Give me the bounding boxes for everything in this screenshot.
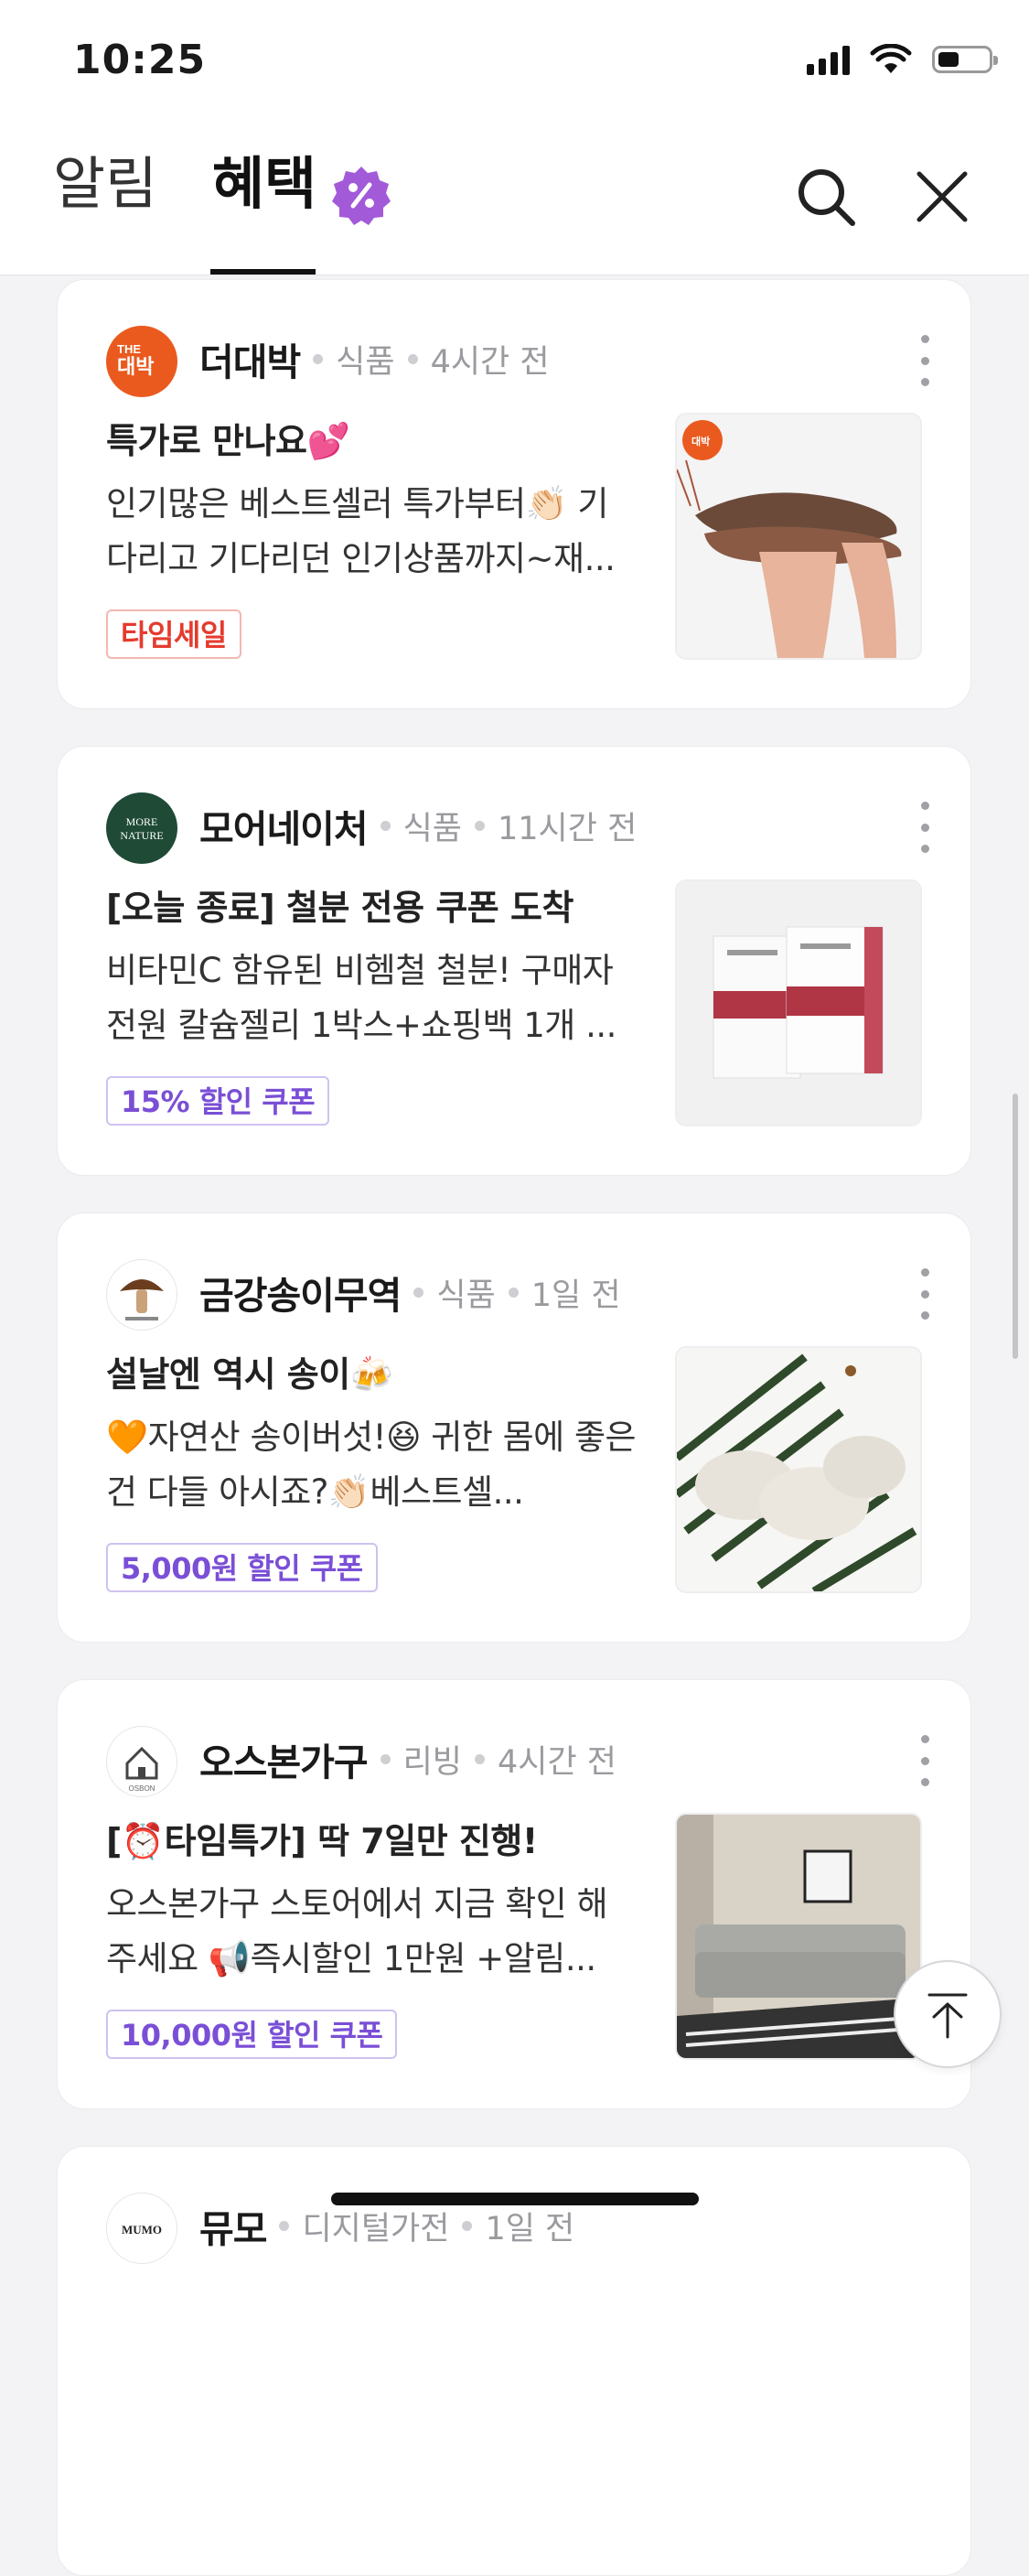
svg-text:대박: 대박 bbox=[117, 356, 154, 379]
status-icons bbox=[807, 44, 998, 75]
discount-badge-icon bbox=[332, 167, 391, 225]
coupon-tag: 5,000원 할인 쿠폰 bbox=[106, 1543, 378, 1592]
card-description: 비타민C 함유된 비헴철 철분! 구매자 전원 칼슘젤리 1박스+쇼핑백 1개 … bbox=[106, 951, 616, 1045]
tab-benefit[interactable]: 혜택 bbox=[212, 156, 316, 212]
card-description: 인기많은 베스트셀러 특가부터👏🏻 기다리고 기다리던 인기상품까지~재... bbox=[106, 484, 616, 578]
card-title: [⏰타임특가] 딱 7일만 진행! bbox=[106, 1821, 538, 1861]
store-category: 디지털가전 bbox=[302, 2210, 450, 2247]
post-time: 4시간 전 bbox=[498, 1743, 617, 1781]
store-logo: MORE NATURE bbox=[106, 792, 177, 864]
post-time: 11시간 전 bbox=[498, 810, 638, 847]
header: 알림 혜택 bbox=[0, 128, 1029, 275]
supplement-box-image[interactable] bbox=[675, 879, 922, 1126]
arrow-up-icon bbox=[927, 1993, 968, 2039]
status-bar: 10:25 bbox=[0, 0, 1029, 128]
more-options-icon[interactable] bbox=[916, 1268, 934, 1320]
coupon-tag: 15% 할인 쿠폰 bbox=[106, 1076, 330, 1126]
store-name[interactable]: 뮤모 bbox=[199, 2198, 267, 2253]
store-category: 식품 bbox=[336, 343, 395, 381]
svg-text:MORE: MORE bbox=[126, 815, 158, 828]
status-time: 10:25 bbox=[73, 37, 207, 83]
post-time: 1일 전 bbox=[485, 2210, 575, 2247]
post-time: 4시간 전 bbox=[430, 343, 550, 381]
benefit-card[interactable]: 금강송이무역 식품 1일 전 설날엔 역시 송이🍻 🧡자연산 송이버섯!😆 귀한… bbox=[57, 1213, 971, 1643]
battery-icon bbox=[932, 46, 998, 73]
scrollbar-thumb[interactable] bbox=[1013, 1094, 1018, 1359]
cellular-signal-icon bbox=[807, 44, 850, 75]
home-indicator[interactable] bbox=[331, 2193, 699, 2205]
card-title: [오늘 종료] 철분 전용 쿠폰 도착 bbox=[106, 888, 573, 928]
coupon-tag: 10,000원 할인 쿠폰 bbox=[106, 2010, 398, 2059]
scroll-to-top-button[interactable] bbox=[894, 1960, 1002, 2068]
svg-text:OSBON: OSBON bbox=[129, 1784, 155, 1793]
more-options-icon[interactable] bbox=[916, 1735, 934, 1786]
store-category: 리빙 bbox=[402, 1743, 463, 1781]
svg-text:THE: THE bbox=[117, 342, 141, 356]
active-tab-indicator bbox=[210, 269, 316, 275]
store-logo: THE 대박 bbox=[106, 326, 177, 397]
benefit-card[interactable]: MORE NATURE 모어네이처 식품 11시간 전 [오늘 종료] 철분 전… bbox=[57, 746, 971, 1176]
more-options-icon[interactable] bbox=[916, 802, 934, 853]
store-name[interactable]: 더대박 bbox=[199, 331, 301, 386]
more-options-icon[interactable] bbox=[916, 335, 934, 386]
store-category: 식품 bbox=[402, 810, 463, 847]
benefit-card[interactable]: THE 대박 더대박 식품 4시간 전 특가로 만나요💕 인기많은 베스트셀러 … bbox=[57, 279, 971, 709]
search-icon[interactable] bbox=[794, 165, 858, 229]
post-time: 1일 전 bbox=[531, 1277, 621, 1314]
store-logo: OSBON bbox=[106, 1726, 177, 1797]
store-logo bbox=[106, 1259, 177, 1331]
svg-text:대박: 대박 bbox=[691, 435, 710, 447]
close-icon[interactable] bbox=[910, 165, 974, 229]
card-description: 오스본가구 스토어에서 지금 확인 해주세요 📢즉시할인 1만원 +알림... bbox=[106, 1884, 608, 1978]
store-name[interactable]: 금강송이무역 bbox=[199, 1265, 402, 1320]
store-logo: MUMO bbox=[106, 2193, 177, 2264]
svg-text:NATURE: NATURE bbox=[120, 829, 163, 842]
store-name[interactable]: 모어네이처 bbox=[199, 798, 369, 853]
card-description: 🧡자연산 송이버섯!😆 귀한 몸에 좋은 건 다들 아시죠?👏🏻베스트셀... bbox=[106, 1417, 637, 1512]
store-category: 식품 bbox=[436, 1277, 496, 1314]
benefit-card[interactable]: OSBON 오스본가구 리빙 4시간 전 [⏰타임특가] 딱 7일만 진행! 오… bbox=[57, 1679, 971, 2109]
store-name[interactable]: 오스본가구 bbox=[199, 1731, 369, 1786]
svg-text:MUMO: MUMO bbox=[122, 2223, 162, 2236]
time-sale-tag: 타임세일 bbox=[106, 609, 241, 659]
sofa-image[interactable] bbox=[675, 1813, 922, 2060]
tab-alarm[interactable]: 알림 bbox=[53, 156, 157, 212]
card-title: 특가로 만나요💕 bbox=[106, 421, 350, 461]
benefit-card[interactable]: MUMO 뮤모 디지털가전 1일 전 bbox=[57, 2146, 971, 2576]
mushroom-image[interactable] bbox=[675, 1346, 922, 1593]
wifi-icon bbox=[870, 44, 912, 73]
shrimp-image[interactable]: 대박 bbox=[675, 413, 922, 660]
card-title: 설날엔 역시 송이🍻 bbox=[106, 1354, 393, 1395]
